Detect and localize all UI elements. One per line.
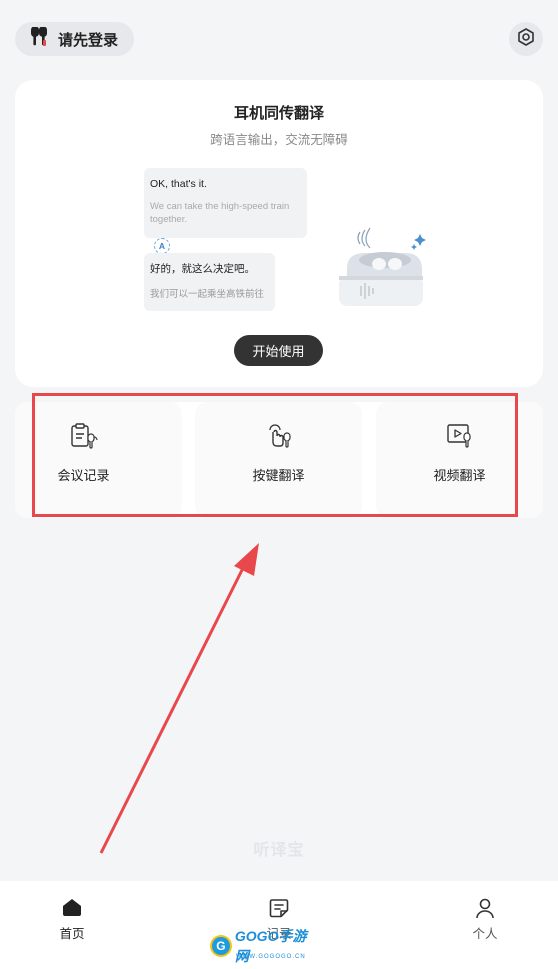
record-icon — [239, 897, 319, 919]
bubble-english-translation: We can take the high-speed train togethe… — [150, 201, 290, 225]
earbuds-icon — [28, 25, 50, 52]
bubble-chinese-translation: 我们可以一起乘坐高铁前往 — [150, 289, 265, 300]
home-icon — [32, 897, 112, 917]
tab-profile-label: 个人 — [472, 927, 498, 941]
hero-title: 耳机同传翻译 — [233, 105, 324, 122]
settings-button[interactable] — [509, 22, 543, 56]
feature-meeting-record-label: 会议记录 — [57, 468, 110, 483]
watermark-text: GOGO手游网 — [234, 928, 307, 964]
brand-text: 听译宝 — [253, 842, 305, 859]
chinese-chat-bubble: 好的，就这么决定吧。 我们可以一起乘坐高铁前往 — [144, 253, 275, 311]
settings-icon — [516, 27, 536, 52]
login-label: 请先登录 — [58, 31, 119, 49]
button-translate-icon — [195, 422, 362, 450]
login-button[interactable]: 请先登录 — [15, 22, 134, 56]
start-button[interactable]: 开始使用 — [234, 335, 323, 366]
language-switch-icon: A — [154, 238, 170, 254]
feature-grid: 会议记录 按键翻译 视频翻译 — [15, 402, 543, 518]
tab-home-label: 首页 — [59, 927, 85, 941]
tab-profile[interactable]: 个人 — [445, 881, 525, 969]
bubble-chinese-text: 好的，就这么决定吧。 — [150, 263, 255, 275]
english-chat-bubble: OK, that's it. We can take the high-spee… — [144, 168, 307, 238]
feature-button-translate-label: 按键翻译 — [252, 468, 305, 483]
meeting-record-icon — [15, 422, 182, 450]
hero-subtitle: 跨语言输出，交流无障碍 — [210, 133, 348, 147]
profile-icon — [445, 897, 525, 919]
top-bar: 请先登录 — [0, 0, 558, 78]
feature-meeting-record[interactable]: 会议记录 — [15, 402, 182, 518]
earbuds-case-illustration — [315, 220, 435, 315]
watermark-url: WWW.GOGOGO.CN — [236, 954, 306, 960]
feature-video-translate[interactable]: 视频翻译 — [376, 402, 543, 518]
hero-card: 耳机同传翻译 跨语言输出，交流无障碍 OK, that's it. We can… — [15, 80, 543, 387]
video-translate-icon — [376, 422, 543, 450]
watermark-logo-icon: G — [210, 935, 232, 957]
bubble-english-text: OK, that's it. — [150, 178, 207, 190]
tab-home[interactable]: 首页 — [32, 881, 112, 969]
feature-video-translate-label: 视频翻译 — [433, 468, 486, 483]
feature-button-translate[interactable]: 按键翻译 — [195, 402, 362, 518]
